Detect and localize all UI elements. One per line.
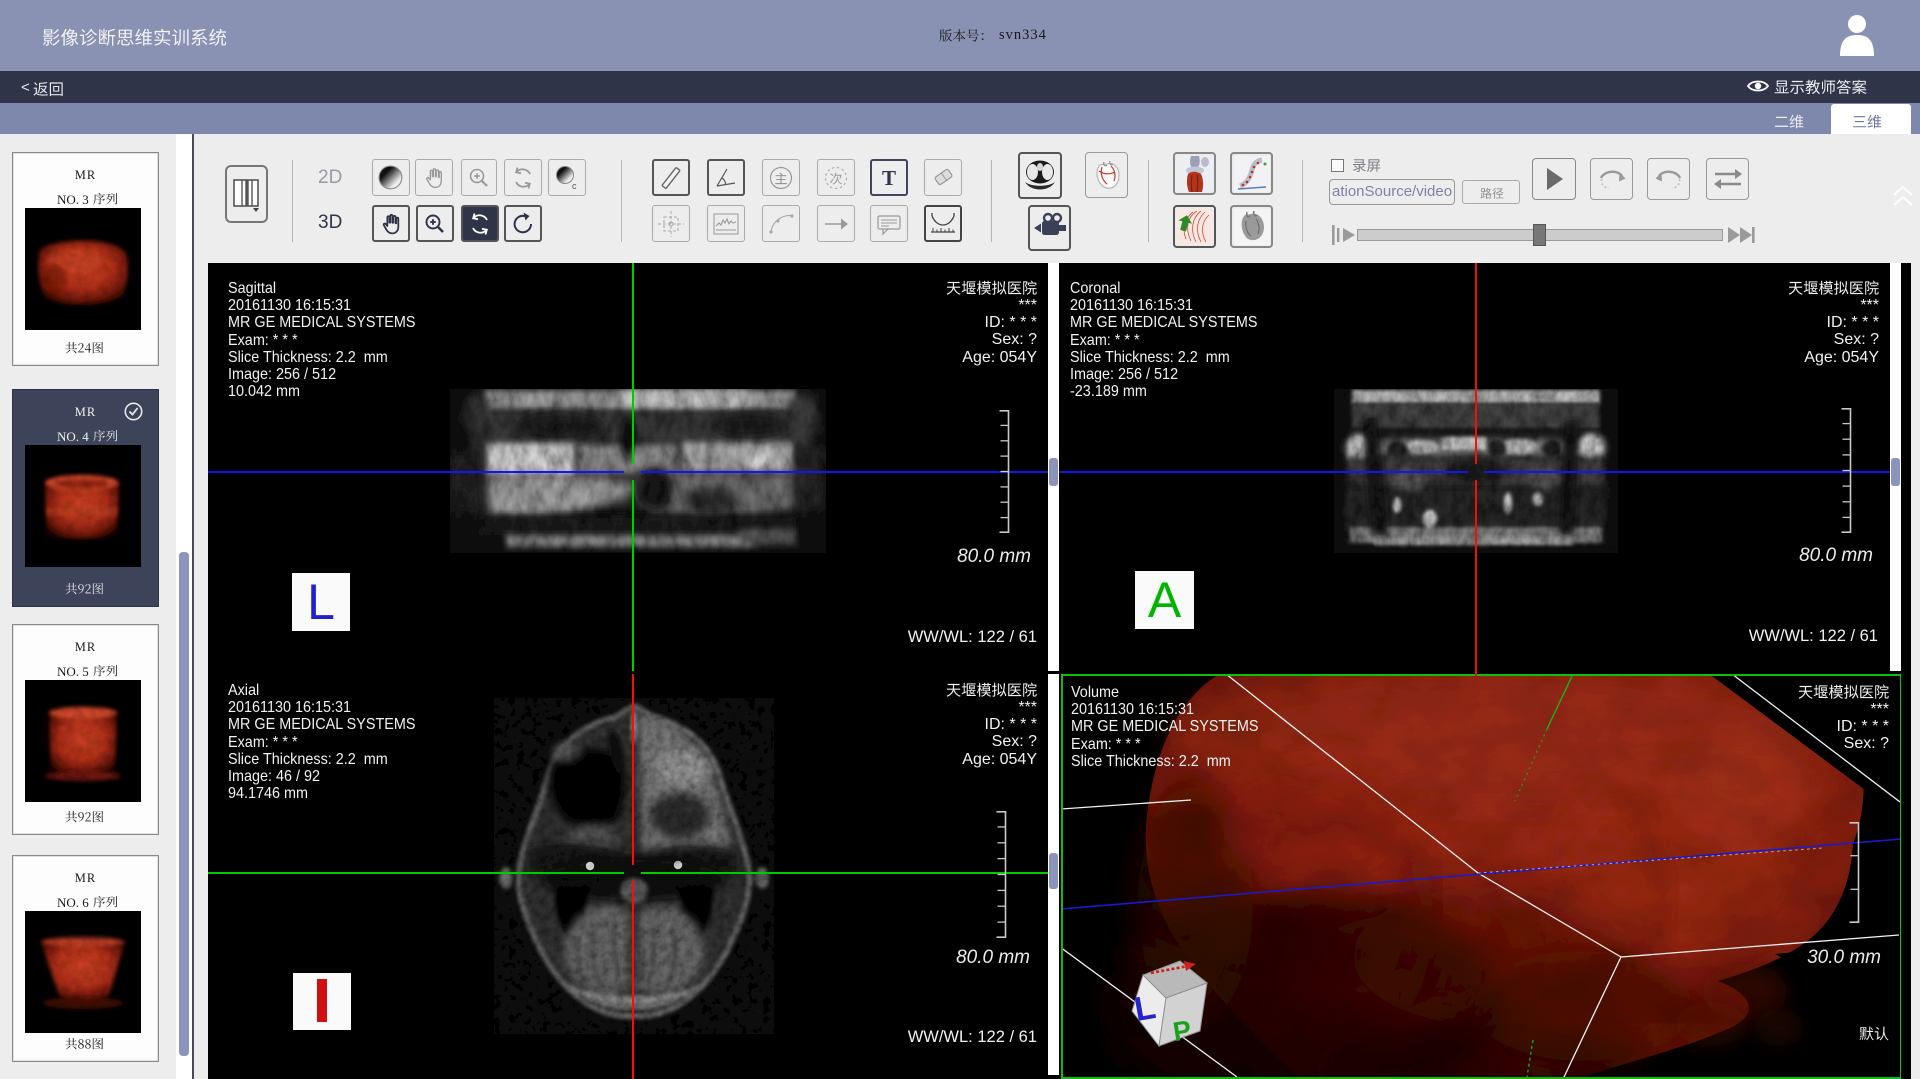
svg-text:T: T [882, 166, 896, 190]
svg-text:c: c [572, 181, 577, 191]
